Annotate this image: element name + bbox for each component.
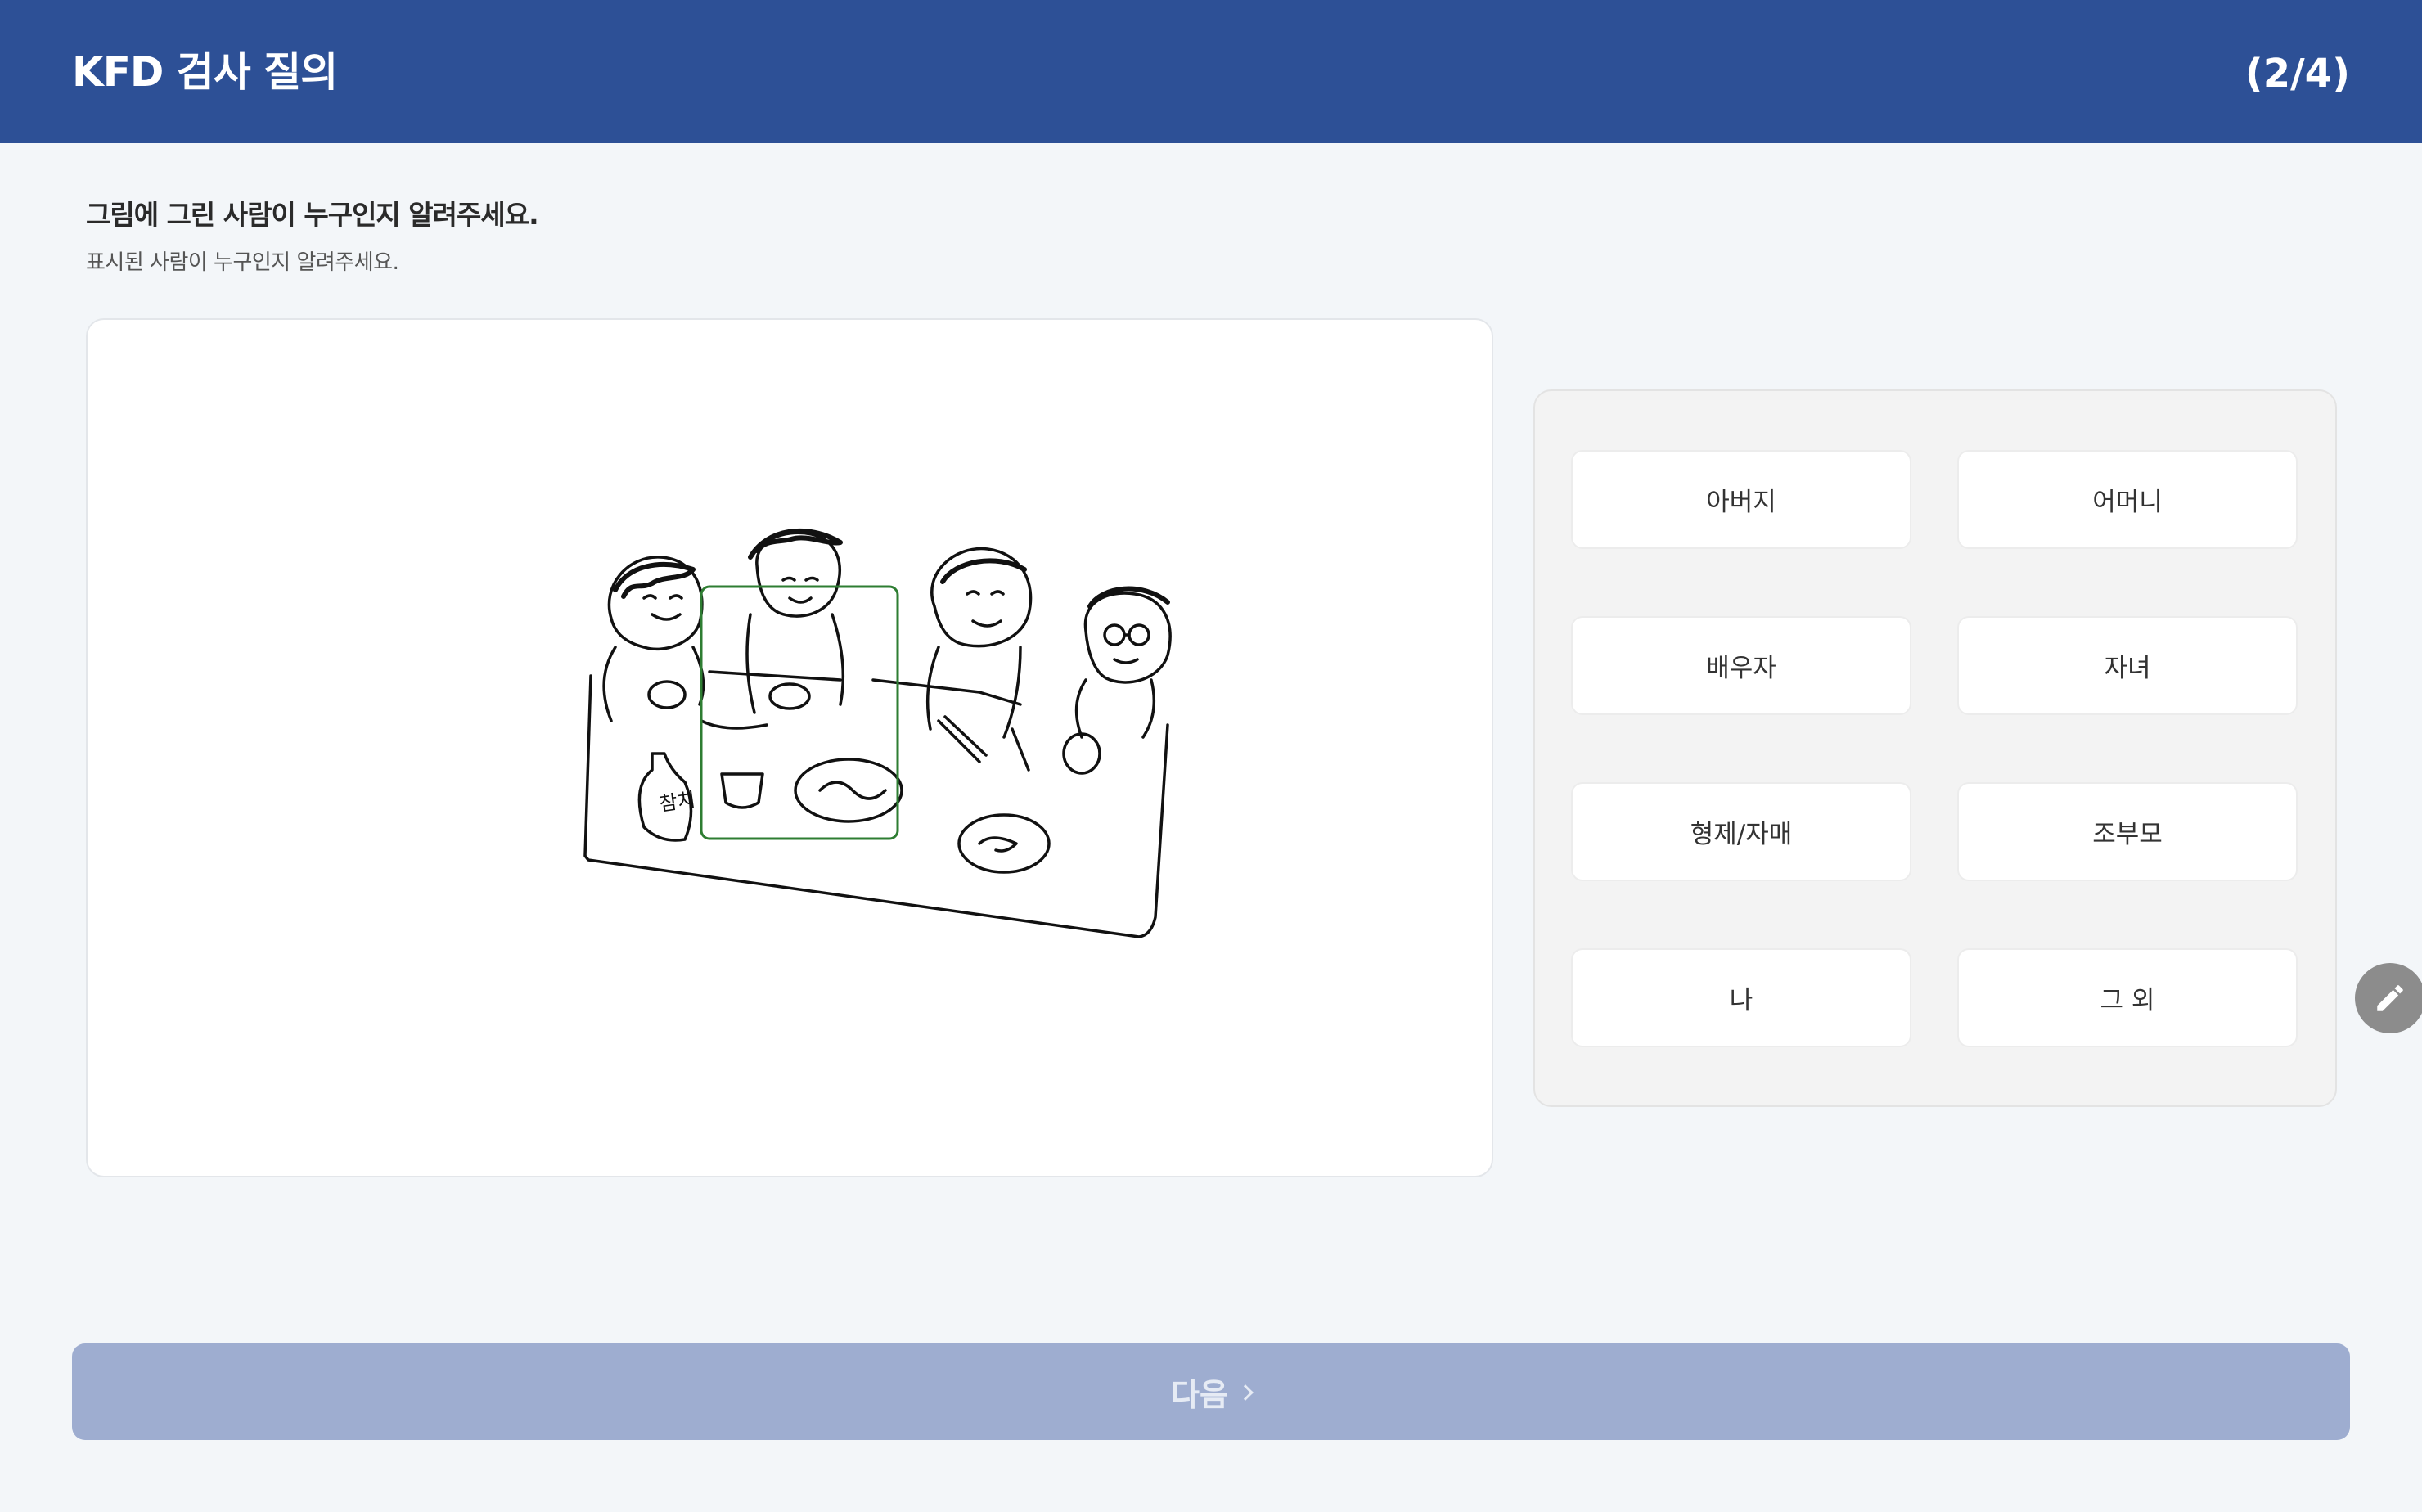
- progress-indicator: (2/4): [2244, 51, 2350, 97]
- option-father-button[interactable]: 아버지: [1571, 450, 1911, 549]
- app-header: KFD 검사 질의 (2/4): [0, 0, 2422, 143]
- option-spouse-button[interactable]: 배우자: [1571, 616, 1911, 715]
- person-2-head: [755, 531, 841, 618]
- family-drawing: 참치: [583, 528, 1172, 938]
- option-sibling-button[interactable]: 형제/자매: [1571, 782, 1911, 881]
- question-subtitle: 표시된 사람이 누구인지 알려주세요.: [86, 250, 399, 275]
- chevron-right-icon: [1237, 1384, 1254, 1401]
- bowl: [720, 772, 764, 809]
- drawing-strokes: [583, 528, 1172, 938]
- plate-fish: [957, 813, 1051, 874]
- next-button[interactable]: 다음: [72, 1343, 2350, 1440]
- page-title: KFD 검사 질의: [72, 48, 338, 96]
- option-me-button[interactable]: 나: [1571, 948, 1911, 1047]
- option-grandparent-button[interactable]: 조부모: [1957, 782, 2298, 881]
- drawing-card: 참치: [86, 318, 1493, 1177]
- person-4-head: [1083, 592, 1172, 684]
- edit-button[interactable]: [2355, 963, 2422, 1033]
- next-button-label: 다음: [1171, 1376, 1228, 1413]
- relationship-options-panel: 아버지 어머니 배우자 자녀 형제/자매 조부모 나 그 외: [1533, 389, 2337, 1107]
- option-other-button[interactable]: 그 외: [1957, 948, 2298, 1047]
- pencil-icon: [2377, 985, 2403, 1011]
- option-child-button[interactable]: 자녀: [1957, 616, 2298, 715]
- option-mother-button[interactable]: 어머니: [1957, 450, 2298, 549]
- question-title: 그림에 그린 사람이 누구인지 알려주세요.: [86, 199, 539, 231]
